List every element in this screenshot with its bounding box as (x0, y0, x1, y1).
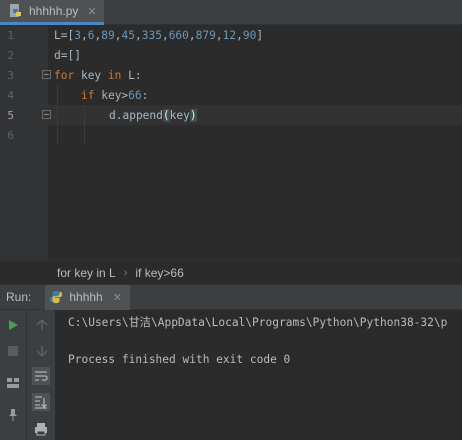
breadcrumb-item-if[interactable]: if key>66 (135, 266, 183, 280)
console-command-line: C:\Users\甘洁\AppData\Local\Programs\Pytho… (68, 316, 448, 329)
soft-wrap-icon[interactable] (32, 367, 50, 385)
fold-marker-icon[interactable] (42, 110, 51, 119)
down-arrow-icon[interactable] (33, 342, 51, 360)
scroll-to-end-icon[interactable] (32, 393, 50, 411)
code-editor[interactable]: 1 2 3 4 5 6 L=[3,6,89,45,335,660,879,12,… (0, 25, 462, 260)
code-line-3: for key in L: (54, 69, 142, 82)
indent-guide (57, 85, 58, 145)
code-line-5: d.append(key) (109, 109, 197, 122)
run-label: Run: (6, 290, 32, 304)
code-line-2: d=[] (54, 49, 81, 62)
code-line-4: if key>66: (81, 89, 149, 102)
run-icon[interactable] (4, 316, 22, 334)
line-number-current: 5 (7, 109, 14, 122)
close-icon[interactable]: ✕ (113, 291, 122, 304)
breadcrumb: for key in L › if key>66 (0, 260, 462, 284)
fold-marker-icon[interactable] (42, 70, 51, 79)
python-icon (50, 290, 63, 304)
line-number: 6 (7, 129, 14, 142)
indent-guide (84, 105, 85, 145)
editor-tab-hhhhh-py[interactable]: hhhhh.py ✕ (0, 0, 104, 25)
code-line-1: L=[3,6,89,45,335,660,879,12,90] (54, 29, 264, 42)
run-toolbar-secondary (27, 310, 56, 440)
current-line-highlight (0, 105, 462, 125)
run-config-tab[interactable]: hhhhh ✕ (45, 284, 130, 310)
close-icon[interactable]: ✕ (87, 5, 96, 18)
pin-icon[interactable] (4, 406, 22, 424)
console-exit-message: Process finished with exit code 0 (68, 353, 291, 366)
stop-icon[interactable] (4, 342, 22, 360)
run-config-name: hhhhh (69, 290, 103, 304)
breadcrumb-separator: › (123, 266, 128, 279)
up-arrow-icon[interactable] (33, 316, 51, 334)
line-number: 3 (7, 69, 14, 82)
breadcrumb-item-for-loop[interactable]: for key in L (57, 266, 116, 280)
layout-icon[interactable] (4, 374, 22, 392)
editor-tab-bar: hhhhh.py ✕ (0, 0, 462, 25)
console-output[interactable]: C:\Users\甘洁\AppData\Local\Programs\Pytho… (56, 310, 462, 440)
python-file-icon (10, 4, 21, 17)
print-icon[interactable] (32, 420, 50, 438)
run-panel-header: Run: hhhhh ✕ (0, 284, 462, 310)
run-toolbar-primary (0, 310, 27, 440)
line-number: 2 (7, 49, 14, 62)
line-number: 4 (7, 89, 14, 102)
editor-tab-label: hhhhh.py (29, 4, 79, 18)
line-number: 1 (7, 29, 14, 42)
